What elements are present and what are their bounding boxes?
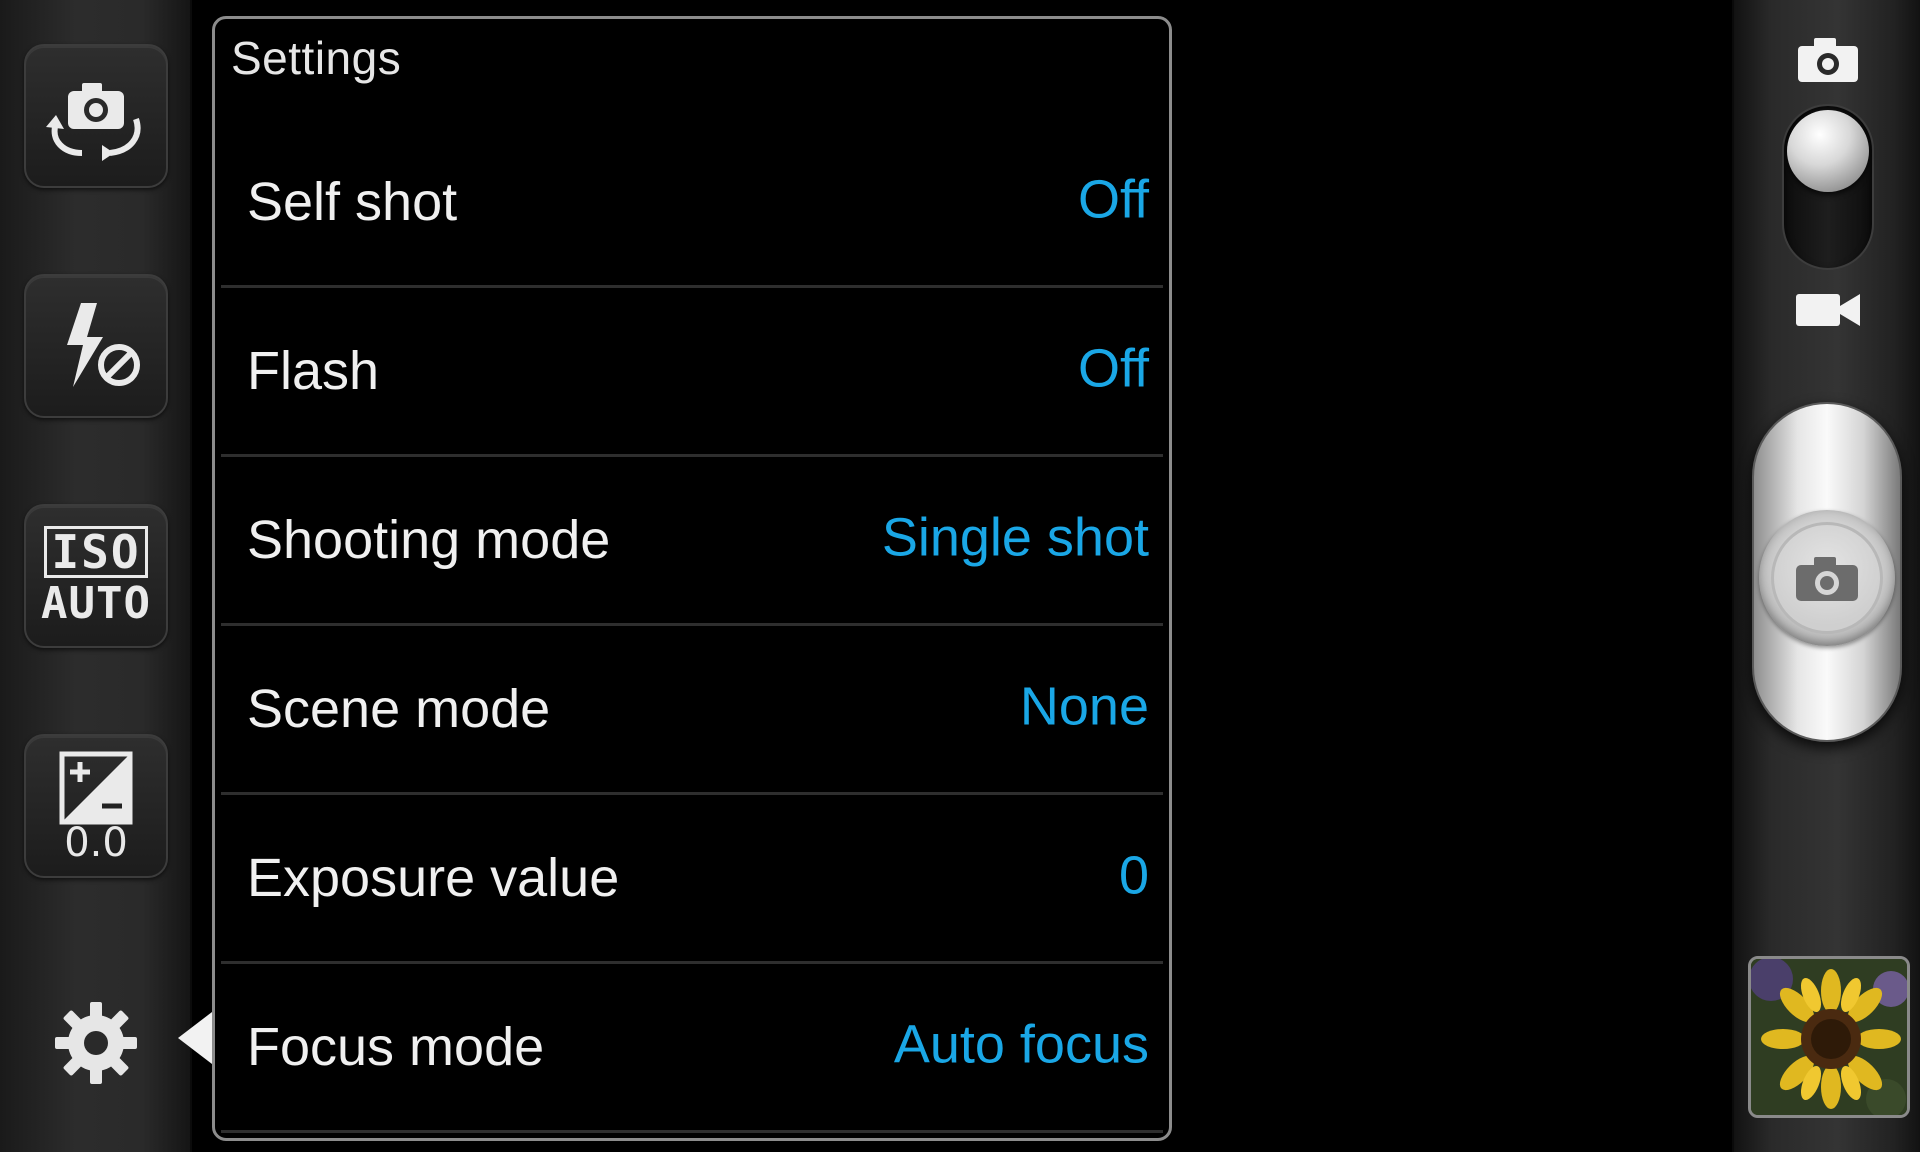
right-control-bar — [1732, 0, 1920, 1152]
camera-app-screen: ISO AUTO 0.0 Settings Self shot Off Flas… — [0, 0, 1920, 1152]
setting-value: Auto focus — [893, 1014, 1149, 1075]
setting-value: Single shot — [881, 507, 1149, 568]
shutter-ring — [1771, 522, 1883, 634]
exposure-icon — [59, 751, 133, 825]
setting-value: Off — [1077, 338, 1149, 399]
setting-row-scene-mode[interactable]: Scene mode None — [221, 626, 1163, 795]
settings-button[interactable] — [46, 993, 146, 1093]
video-mode-icon — [1796, 294, 1860, 326]
iso-button[interactable]: ISO AUTO — [24, 504, 168, 648]
settings-title: Settings — [231, 32, 402, 84]
settings-pointer-arrow — [178, 1012, 212, 1064]
camera-mode-icon — [1798, 38, 1858, 82]
setting-value: 0 — [1118, 845, 1149, 906]
camera-icon — [1796, 557, 1858, 601]
setting-label: Self shot — [247, 172, 458, 232]
self-shot-switch-button[interactable] — [24, 44, 168, 188]
shutter-button[interactable] — [1759, 510, 1895, 646]
sunflower-thumbnail — [1751, 959, 1907, 1115]
setting-row-exposure-value[interactable]: Exposure value 0 — [221, 795, 1163, 964]
flash-off-icon — [67, 303, 140, 387]
settings-panel: Settings Self shot Off Flash Off Shootin… — [212, 16, 1172, 1141]
setting-row-focus-mode[interactable]: Focus mode Auto focus — [221, 964, 1163, 1133]
setting-value: Off — [1077, 169, 1149, 230]
gear-icon — [55, 1002, 137, 1084]
setting-label: Exposure value — [247, 848, 620, 908]
settings-list: Self shot Off Flash Off Shooting mode Si… — [221, 119, 1163, 1138]
gallery-thumbnail[interactable] — [1748, 956, 1910, 1118]
shutter-housing — [1752, 402, 1902, 742]
setting-row-next-partial[interactable] — [221, 1133, 1163, 1138]
left-toolbar: ISO AUTO 0.0 — [0, 0, 212, 1152]
setting-row-shooting-mode[interactable]: Shooting mode Single shot — [221, 457, 1163, 626]
setting-row-flash[interactable]: Flash Off — [221, 288, 1163, 457]
setting-label: Shooting mode — [247, 510, 611, 570]
setting-label: Scene mode — [247, 679, 551, 739]
exposure-value-readout: 0.0 — [64, 820, 128, 866]
setting-row-self-shot[interactable]: Self shot Off — [221, 119, 1163, 288]
mode-switch-knob[interactable] — [1787, 110, 1869, 192]
setting-label: Focus mode — [247, 1017, 545, 1077]
camera-switch-icon — [46, 83, 141, 161]
flash-button[interactable] — [24, 274, 168, 418]
exposure-button[interactable]: 0.0 — [24, 734, 168, 878]
iso-auto-icon: ISO AUTO — [41, 525, 151, 629]
camera-video-mode-switch[interactable] — [1782, 104, 1874, 270]
setting-value: None — [1019, 676, 1149, 737]
setting-label: Flash — [247, 341, 380, 401]
